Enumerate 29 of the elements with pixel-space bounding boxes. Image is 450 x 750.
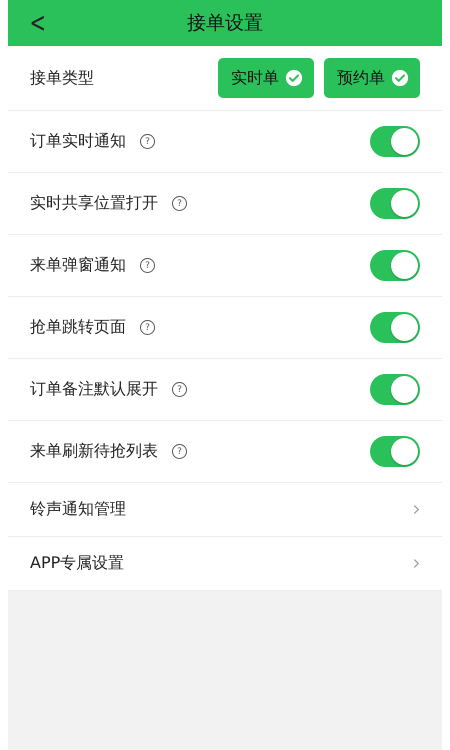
help-icon[interactable]: ? xyxy=(140,134,155,149)
setting-label: 订单备注默认展开 xyxy=(30,379,158,400)
toggle-switch[interactable] xyxy=(370,250,420,281)
setting-label[interactable]: APP专属设置 xyxy=(30,553,124,574)
help-icon[interactable]: ? xyxy=(172,382,187,397)
chevron-right-icon xyxy=(413,504,420,515)
toggle-switch[interactable] xyxy=(370,374,420,405)
help-icon[interactable]: ? xyxy=(172,444,187,459)
toggle-switch[interactable] xyxy=(370,126,420,157)
setting-label: 实时共享位置打开 xyxy=(30,193,158,214)
toggle-switch[interactable] xyxy=(370,436,420,467)
help-icon[interactable]: ? xyxy=(140,320,155,335)
chevron-right-icon xyxy=(413,558,420,569)
order-type-chip[interactable]: 实时单 xyxy=(218,58,314,98)
toggle-switch[interactable] xyxy=(370,312,420,343)
help-icon[interactable]: ? xyxy=(140,258,155,273)
setting-label: 抢单跳转页面 xyxy=(30,317,126,338)
setting-label: 订单实时通知 xyxy=(30,131,126,152)
check-icon xyxy=(391,69,409,87)
page-title: 接单设置 xyxy=(187,11,263,36)
order-type-chip[interactable]: 预约单 xyxy=(324,58,420,98)
setting-label: 来单弹窗通知 xyxy=(30,255,126,276)
help-icon[interactable]: ? xyxy=(172,196,187,211)
back-button[interactable]: < xyxy=(26,6,49,39)
setting-label[interactable]: 铃声通知管理 xyxy=(30,499,126,520)
setting-label: 来单刷新待抢列表 xyxy=(30,441,158,462)
setting-label: 接单类型 xyxy=(30,68,94,88)
toggle-switch[interactable] xyxy=(370,188,420,219)
check-icon xyxy=(285,69,303,87)
